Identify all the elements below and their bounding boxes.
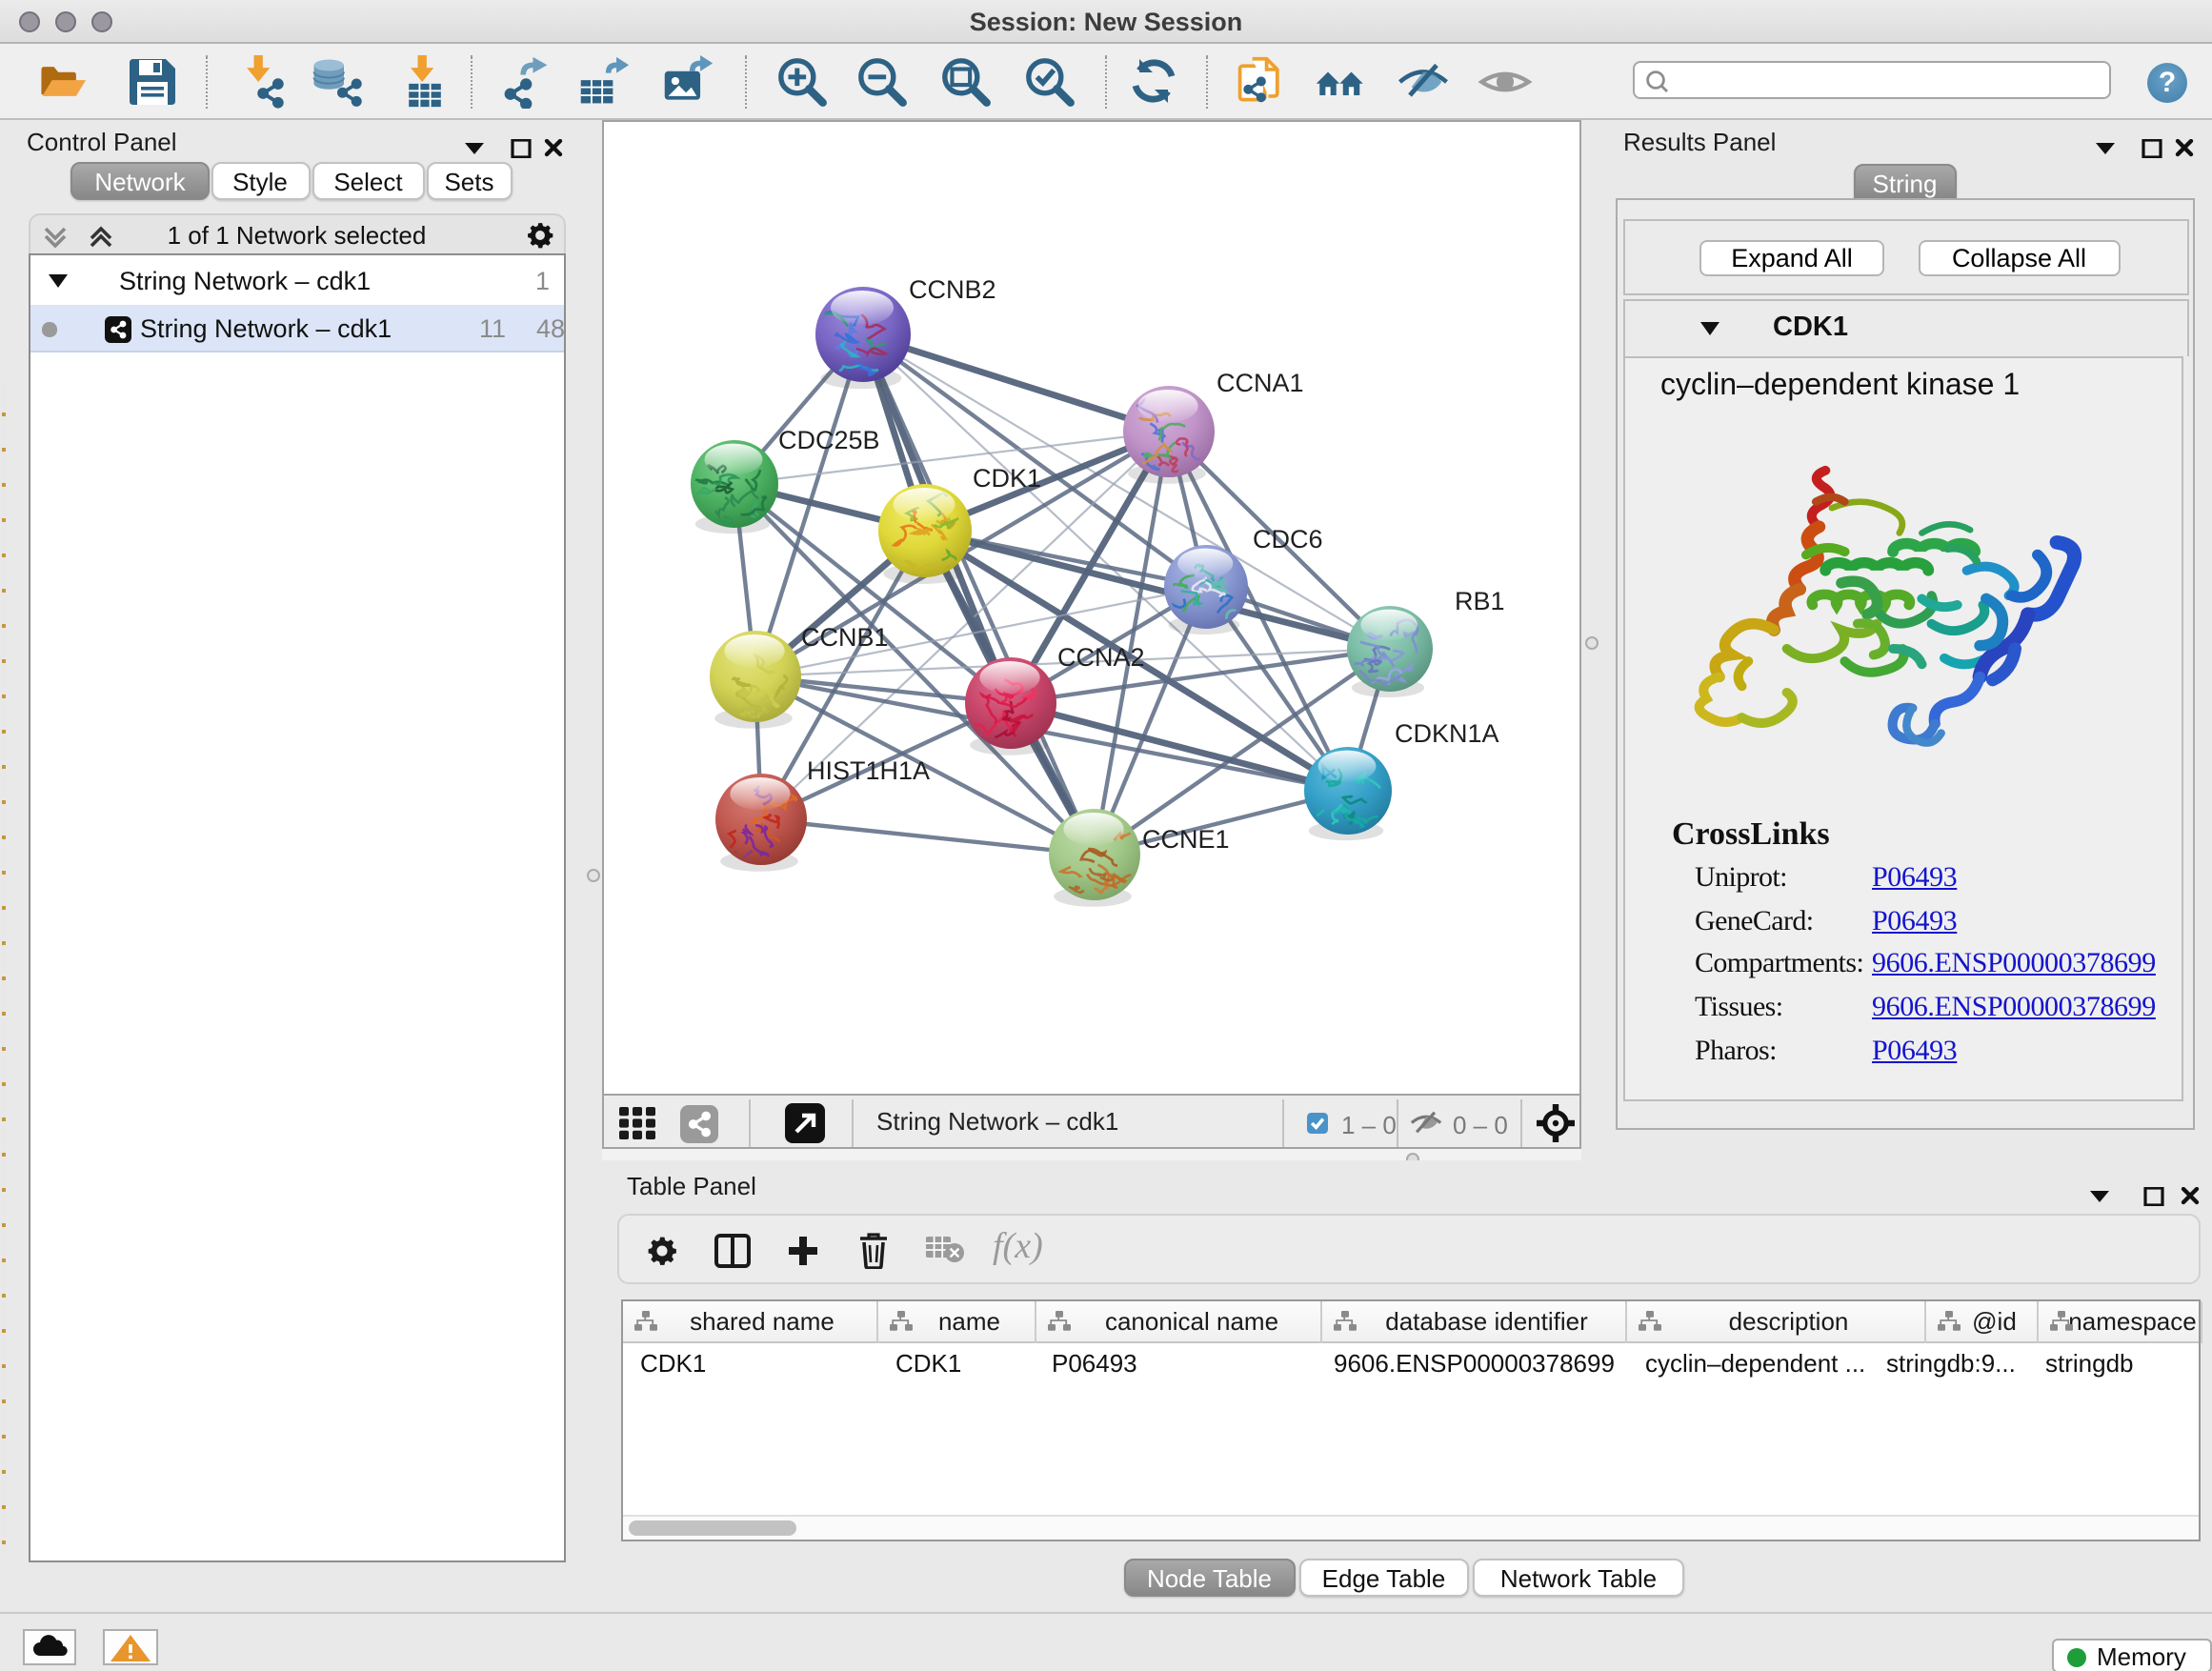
svg-text:CCNA2: CCNA2: [1057, 643, 1145, 672]
svg-text:HIST1H1A: HIST1H1A: [807, 756, 930, 785]
svg-text:RB1: RB1: [1455, 587, 1505, 615]
svg-text:CDC6: CDC6: [1253, 525, 1323, 554]
svg-text:CDC25B: CDC25B: [778, 426, 880, 454]
svg-text:CCNE1: CCNE1: [1142, 825, 1230, 854]
svg-text:CCNB1: CCNB1: [801, 623, 889, 652]
svg-text:CDK1: CDK1: [973, 464, 1041, 493]
svg-text:CCNA1: CCNA1: [1217, 369, 1304, 397]
svg-text:CCNB2: CCNB2: [909, 275, 996, 304]
svg-text:CDKN1A: CDKN1A: [1395, 719, 1499, 748]
